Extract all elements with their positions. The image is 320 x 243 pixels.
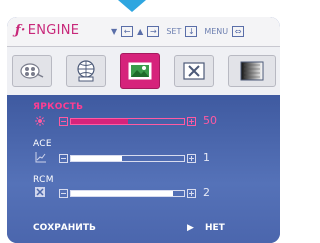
ace-label: ACE [33, 139, 52, 149]
tab-color[interactable] [12, 55, 52, 87]
brightness-fill [71, 118, 128, 124]
brand-logo: ƒ· ENGINE [15, 23, 79, 38]
tab-display[interactable] [66, 55, 106, 87]
triangle-up-icon[interactable]: ▲ [137, 27, 143, 36]
ace-value: 1 [203, 151, 210, 164]
close-box-icon [183, 62, 205, 80]
menu-label: MENU [204, 27, 229, 36]
rcm-fill [71, 190, 173, 196]
minus-icon[interactable] [59, 188, 68, 198]
triangle-down-icon[interactable]: ▼ [111, 27, 117, 36]
save-value[interactable]: НЕТ [205, 223, 225, 233]
left-arrow-icon[interactable]: ← [121, 26, 134, 37]
brightness-track[interactable] [70, 117, 185, 125]
osd-menu: ƒ· ENGINE ▼ ← ▲ → SET ↓ MENU ⇔ ЯРКОСТЬ 5… [7, 17, 280, 243]
brand-label: ENGINE [27, 23, 80, 38]
rcm-slider[interactable] [59, 188, 196, 198]
plus-icon[interactable] [187, 188, 196, 198]
ace-icon [35, 152, 46, 163]
plus-icon[interactable] [187, 116, 196, 126]
globe-monitor-icon [77, 60, 95, 82]
tab-close[interactable] [174, 55, 214, 87]
tab-contrast[interactable] [228, 55, 276, 87]
tab-picture[interactable] [120, 53, 160, 89]
plus-icon[interactable] [187, 153, 196, 163]
pointer-arrow-icon [118, 0, 146, 12]
ace-track[interactable] [70, 154, 185, 162]
brightness-icon [35, 116, 45, 126]
save-arrow-icon[interactable]: ▶ [187, 223, 194, 233]
film-reel-icon [20, 63, 44, 79]
gradient-square-icon [240, 61, 264, 81]
brightness-slider[interactable] [59, 116, 196, 126]
osd-header: ƒ· ENGINE ▼ ← ▲ → SET ↓ MENU ⇔ [7, 17, 280, 47]
save-label[interactable]: СОХРАНИТЬ [33, 223, 96, 233]
minus-icon[interactable] [59, 116, 68, 126]
brightness-label: ЯРКОСТЬ [33, 102, 84, 112]
settings-panel: ЯРКОСТЬ 50 ACE 1 RCM 2 СОХРАНИТЬ ▶ НЕТ [7, 95, 280, 243]
rcm-label: RCM [33, 175, 54, 185]
rcm-icon [35, 187, 45, 197]
right-arrow-icon[interactable]: → [147, 26, 160, 37]
f-engine-icon: ƒ· [15, 23, 26, 38]
osd-controls: ▼ ← ▲ → SET ↓ MENU ⇔ [111, 26, 245, 37]
ace-slider[interactable] [59, 153, 196, 163]
ace-fill [71, 155, 122, 161]
set-down-icon[interactable]: ↓ [185, 26, 198, 37]
picture-icon [128, 62, 152, 80]
minus-icon[interactable] [59, 153, 68, 163]
rcm-value: 2 [203, 186, 210, 199]
rcm-track[interactable] [70, 189, 185, 197]
brightness-value: 50 [203, 114, 217, 127]
tab-bar [7, 47, 280, 95]
set-label: SET [166, 27, 182, 36]
menu-exit-icon[interactable]: ⇔ [232, 26, 245, 37]
